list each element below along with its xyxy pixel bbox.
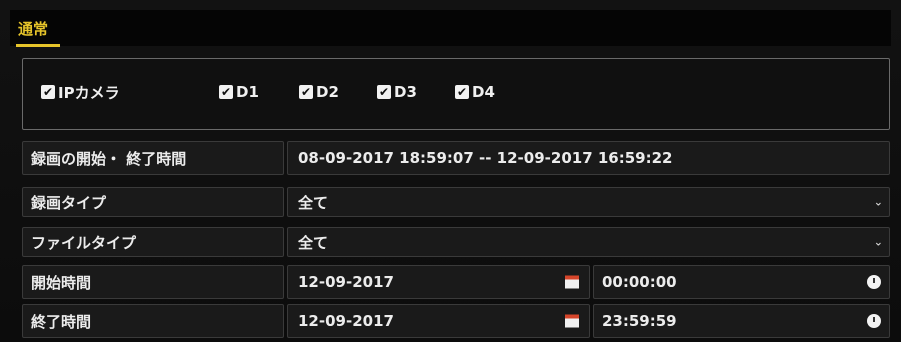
checkbox-checked-icon[interactable]: ✔ (299, 85, 313, 99)
file-type-dropdown[interactable]: 全て ⌄ (287, 227, 890, 257)
chevron-down-icon[interactable]: ⌄ (874, 236, 883, 249)
camera-label: D4 (472, 83, 495, 101)
calendar-icon[interactable] (565, 314, 579, 328)
start-time-field[interactable]: 00:00:00 (593, 265, 890, 299)
end-time-label: 終了時間 (22, 304, 284, 338)
file-type-label: ファイルタイプ (22, 227, 284, 257)
camera-label: D3 (394, 83, 417, 101)
record-span-label: 録画の開始・ 終了時間 (22, 141, 284, 175)
clock-icon[interactable] (867, 275, 881, 289)
end-time-row: 終了時間 12-09-2017 23:59:59 (22, 304, 890, 338)
file-type-row: ファイルタイプ 全て ⌄ (22, 227, 890, 257)
start-time-value: 00:00:00 (602, 273, 677, 291)
clock-icon[interactable] (867, 314, 881, 328)
search-settings-panel: 通常 ✔ IPカメラ ✔ D1 ✔ D2 ✔ D3 ✔ D4 録画の開始・ 終了… (0, 0, 901, 342)
end-date-value: 12-09-2017 (298, 312, 394, 330)
record-type-dropdown[interactable]: 全て ⌄ (287, 187, 890, 217)
checkbox-checked-icon[interactable]: ✔ (41, 85, 55, 99)
record-span-row: 録画の開始・ 終了時間 08-09-2017 18:59:07 -- 12-09… (22, 141, 890, 175)
record-span-value: 08-09-2017 18:59:07 -- 12-09-2017 16:59:… (287, 141, 890, 175)
camera-checkbox-ip[interactable]: ✔ IPカメラ (41, 83, 120, 102)
start-time-label: 開始時間 (22, 265, 284, 299)
checkbox-checked-icon[interactable]: ✔ (455, 85, 469, 99)
tab-bar: 通常 (10, 10, 891, 47)
record-type-row: 録画タイプ 全て ⌄ (22, 187, 890, 217)
start-date-field[interactable]: 12-09-2017 (287, 265, 590, 299)
camera-selection-box: ✔ IPカメラ ✔ D1 ✔ D2 ✔ D3 ✔ D4 (22, 58, 890, 130)
end-date-field[interactable]: 12-09-2017 (287, 304, 590, 338)
record-type-label: 録画タイプ (22, 187, 284, 217)
record-type-value: 全て (298, 193, 329, 212)
active-tab-indicator (16, 44, 60, 47)
tab-general[interactable]: 通常 (16, 18, 50, 42)
checkbox-checked-icon[interactable]: ✔ (219, 85, 233, 99)
camera-checkbox-d2[interactable]: ✔ D2 (299, 83, 339, 101)
camera-label: D1 (236, 83, 259, 101)
end-time-value: 23:59:59 (602, 312, 677, 330)
camera-label: IPカメラ (58, 83, 120, 102)
checkbox-checked-icon[interactable]: ✔ (377, 85, 391, 99)
start-date-value: 12-09-2017 (298, 273, 394, 291)
camera-checkbox-d3[interactable]: ✔ D3 (377, 83, 417, 101)
file-type-value: 全て (298, 233, 329, 252)
calendar-icon[interactable] (565, 275, 579, 289)
end-time-field[interactable]: 23:59:59 (593, 304, 890, 338)
start-time-row: 開始時間 12-09-2017 00:00:00 (22, 265, 890, 299)
camera-label: D2 (316, 83, 339, 101)
chevron-down-icon[interactable]: ⌄ (874, 196, 883, 209)
camera-checkbox-d4[interactable]: ✔ D4 (455, 83, 495, 101)
camera-checkbox-d1[interactable]: ✔ D1 (219, 83, 259, 101)
